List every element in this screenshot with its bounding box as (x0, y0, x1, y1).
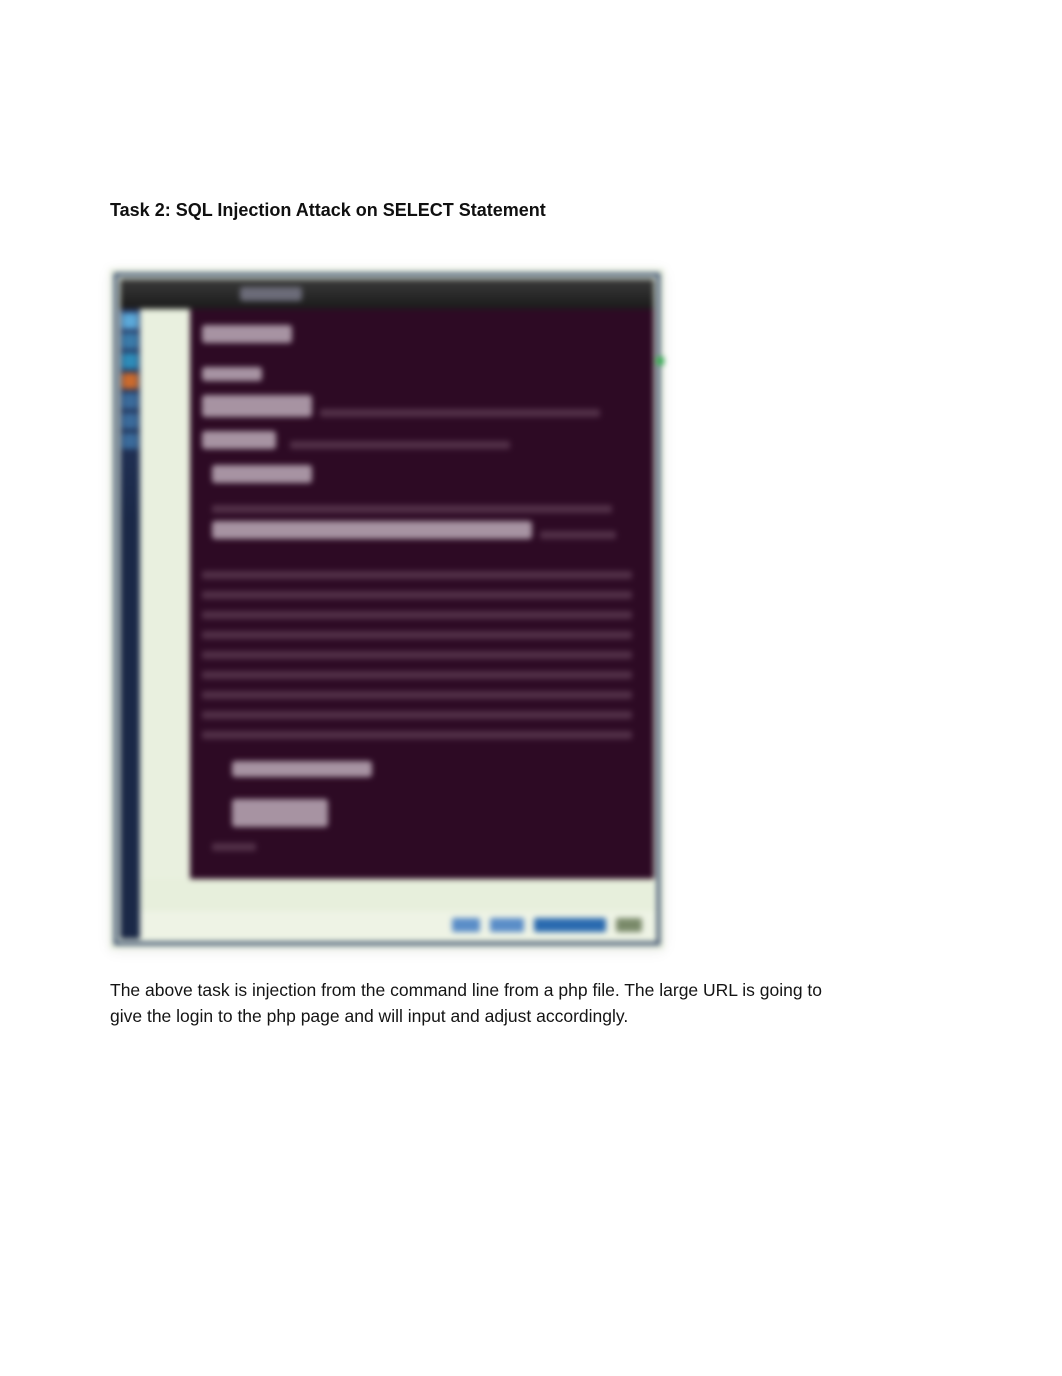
launcher-dock (120, 309, 140, 519)
launcher-icon (122, 373, 138, 389)
terminal-text-blur (202, 395, 312, 417)
terminal-text-blur (202, 651, 632, 659)
terminal-text-blur (232, 799, 328, 827)
terminal-text-blur (212, 521, 532, 539)
terminal-text-blur (290, 441, 510, 449)
terminal-text-blur (202, 731, 632, 739)
launcher-icon (122, 413, 138, 429)
launcher-icon (122, 433, 138, 449)
terminal-text-blur (202, 571, 632, 579)
terminal-text-blur (212, 843, 256, 851)
desktop-taskbar (140, 911, 654, 939)
taskbar-item (490, 918, 524, 932)
body-paragraph: The above task is injection from the com… (110, 977, 850, 1030)
terminal-window (190, 309, 654, 879)
terminal-text-blur (202, 611, 632, 619)
terminal-text-blur (540, 531, 616, 539)
launcher-dock-tail (120, 519, 140, 939)
maximize-icon (656, 357, 664, 365)
launcher-icon (122, 393, 138, 409)
terminal-text-blur (202, 671, 632, 679)
terminal-text-blur (320, 409, 600, 417)
taskbar-item (616, 918, 642, 932)
section-heading: Task 2: SQL Injection Attack on SELECT S… (110, 200, 952, 221)
terminal-text-blur (212, 465, 312, 483)
terminal-text-blur (202, 591, 632, 599)
terminal-text-blur (202, 431, 276, 449)
terminal-text-blur (212, 505, 612, 513)
terminal-text-blur (202, 631, 632, 639)
window-titlebar (120, 279, 654, 309)
launcher-icon (122, 313, 138, 329)
taskbar-item (452, 918, 480, 932)
terminal-text-blur (202, 325, 292, 343)
launcher-icon (122, 333, 138, 349)
terminal-text-blur (232, 761, 372, 777)
launcher-icon (122, 353, 138, 369)
terminal-text-blur (202, 711, 632, 719)
taskbar-item (534, 918, 606, 932)
desktop-strip (140, 309, 190, 879)
embedded-screenshot (110, 269, 664, 949)
terminal-text-blur (202, 367, 262, 381)
terminal-text-blur (202, 691, 632, 699)
titlebar-text-blur (240, 287, 302, 301)
